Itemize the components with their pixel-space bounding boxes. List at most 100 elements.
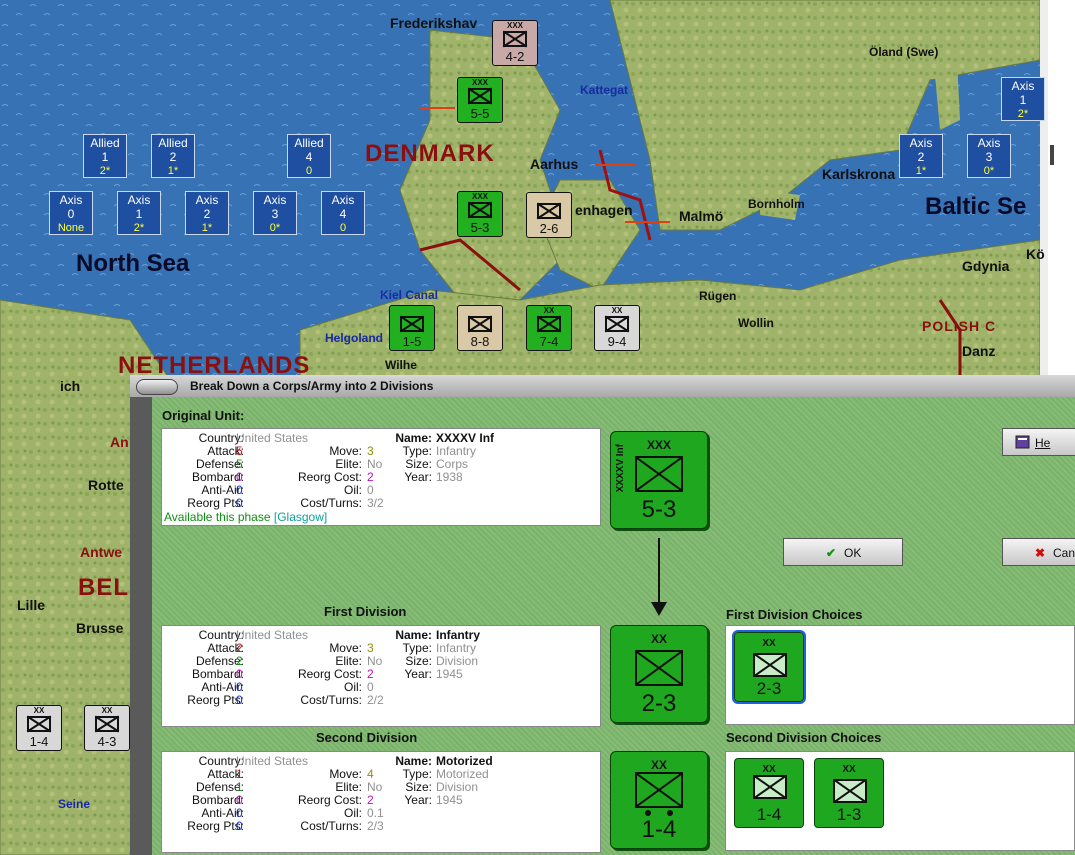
city-label-brussels: Brusse <box>76 620 124 636</box>
elite-label: Elite: <box>335 780 362 794</box>
reserve-number: 2 <box>169 150 177 164</box>
dialog-titlebar[interactable]: Break Down a Corps/Army into 2 Divisions <box>130 375 1075 398</box>
map-unit-counter[interactable]: XX 1-4 <box>16 705 62 751</box>
window-menu-icon[interactable] <box>136 379 178 395</box>
reorg-cost-label: Reorg Cost: <box>297 793 362 807</box>
country-label: Country: <box>198 754 244 768</box>
country-value: United States <box>236 754 309 768</box>
choice-strength: 1-4 <box>756 805 782 824</box>
year-value: 1945 <box>436 667 463 681</box>
axis-reserve-box[interactable]: Axis 0 None <box>49 191 93 235</box>
infantry-icon <box>468 88 492 104</box>
first-division-choices-header: First Division Choices <box>726 607 863 622</box>
counter-strength: 5-3 <box>641 496 677 523</box>
allied-reserve-box[interactable]: Allied 1 2* <box>83 134 127 178</box>
reserve-number: 4 <box>339 207 347 221</box>
help-button[interactable]: He <box>1002 428 1075 456</box>
down-arrow-icon <box>651 538 667 616</box>
reserve-count: 0 <box>339 222 347 234</box>
axis-reserve-box[interactable]: Axis 2 1* <box>185 191 229 235</box>
city-label-malmo: Malmö <box>679 208 724 224</box>
reserve-label: Axis <box>195 193 219 207</box>
dialog-frame-left <box>130 397 152 855</box>
city-label-aarhus: Aarhus <box>530 156 579 172</box>
axis-reserve-box[interactable]: Axis 1 2* <box>1001 77 1045 121</box>
first-division-header: First Division <box>324 604 407 619</box>
bombard-value: 0 <box>236 793 243 807</box>
map-unit-counter[interactable]: XXX 4-2 <box>492 20 538 66</box>
axis-reserve-box[interactable]: Axis 4 0 <box>321 191 365 235</box>
city-label-bornholm: Bornholm <box>748 197 805 211</box>
country-label-denmark: DENMARK <box>365 140 495 167</box>
first-division-counter[interactable]: XX 2-3 <box>610 625 708 723</box>
city-label-lille: Lille <box>17 597 46 613</box>
attack-label: Attack: <box>207 767 244 781</box>
original-unit-counter[interactable]: XXX XXXXV Inf 5-3 <box>610 431 708 529</box>
counter-size: XX <box>650 758 667 772</box>
first-division-choices-list[interactable]: XX 2-3 <box>725 625 1075 725</box>
attack-value: 5 <box>236 444 243 458</box>
axis-reserve-box[interactable]: Axis 3 0* <box>967 134 1011 178</box>
availability-location: [Glasgow] <box>273 510 328 524</box>
type-value: Infantry <box>436 641 477 655</box>
second-division-choices-list[interactable]: XX 1-4 XX 1-3 <box>725 751 1075 851</box>
antiair-label: Anti-Air: <box>201 680 244 694</box>
move-label: Move: <box>329 444 362 458</box>
second-division-panel: Country: United States Attack: 1 Defense… <box>161 751 601 853</box>
country-label-polish-corridor: POLISH C <box>922 318 997 334</box>
cancel-label: Can <box>1053 546 1075 560</box>
axis-reserve-box[interactable]: Axis 1 2* <box>117 191 161 235</box>
attack-value: 1 <box>236 767 243 781</box>
allied-reserve-box[interactable]: Allied 2 1* <box>151 134 195 178</box>
city-label-konigsberg: Kö <box>1026 246 1045 262</box>
map-unit-counter[interactable]: 8-8 <box>457 305 503 351</box>
second-division-counter[interactable]: XX 1-4 <box>610 751 708 849</box>
reserve-label: Axis <box>59 193 83 207</box>
motorized-infantry-icon <box>753 775 787 799</box>
year-label: Year: <box>404 667 432 681</box>
sea-label-north-sea: North Sea <box>76 250 190 277</box>
defense-label: Defense: <box>195 654 244 668</box>
second-division-choice[interactable]: XX 1-3 <box>814 758 884 828</box>
first-division-choice[interactable]: XX 2-3 <box>732 630 806 704</box>
axis-reserve-box[interactable]: Axis 2 1* <box>899 134 943 178</box>
choice-size: XX <box>762 764 776 775</box>
counter-name: XXXXV Inf <box>615 444 626 493</box>
country-label: Country: <box>198 431 244 445</box>
map-unit-counter[interactable]: 2-6 <box>526 192 572 238</box>
year-label: Year: <box>404 470 432 484</box>
second-division-choice[interactable]: XX 1-4 <box>734 758 804 828</box>
antiair-value: 0 <box>236 483 243 497</box>
allied-reserve-box[interactable]: Allied 4 0 <box>287 134 331 178</box>
oil-label: Oil: <box>344 680 362 694</box>
year-value: 1945 <box>436 793 463 807</box>
infantry-icon <box>537 316 561 332</box>
map-unit-counter[interactable]: XXX 5-3 <box>457 191 503 237</box>
cost-turns-value: 2/3 <box>367 819 384 833</box>
axis-reserve-box[interactable]: Axis 3 0* <box>253 191 297 235</box>
ok-button[interactable]: ✔ OK <box>783 538 903 566</box>
choice-size: XX <box>762 638 776 649</box>
cancel-button[interactable]: ✖ Can <box>1002 538 1075 566</box>
map-unit-counter[interactable]: XX 7-4 <box>526 305 572 351</box>
map-unit-counter[interactable]: XXX 5-5 <box>457 77 503 123</box>
size-value: Corps <box>436 457 469 471</box>
oil-label: Oil: <box>344 483 362 497</box>
type-value: Motorized <box>436 767 489 781</box>
second-division-header: Second Division <box>316 730 418 745</box>
move-label: Move: <box>329 767 362 781</box>
elite-label: Elite: <box>335 457 362 471</box>
choice-strength: 1-3 <box>836 805 862 824</box>
reserve-label: Axis <box>909 136 933 150</box>
reserve-number: 1 <box>101 150 109 164</box>
dialog-title: Break Down a Corps/Army into 2 Divisions <box>190 379 434 393</box>
reorg-pts-value: 0 <box>236 819 243 833</box>
map-unit-counter[interactable]: 1-5 <box>389 305 435 351</box>
reserve-label: Axis <box>1011 79 1035 93</box>
map-unit-counter[interactable]: XX 4-3 <box>84 705 130 751</box>
reserve-count: 2* <box>133 222 145 234</box>
counter-size: XX <box>650 632 667 646</box>
bombard-label: Bombard: <box>191 470 244 484</box>
unit-size: XX <box>33 706 45 715</box>
map-unit-counter[interactable]: XX 9-4 <box>594 305 640 351</box>
